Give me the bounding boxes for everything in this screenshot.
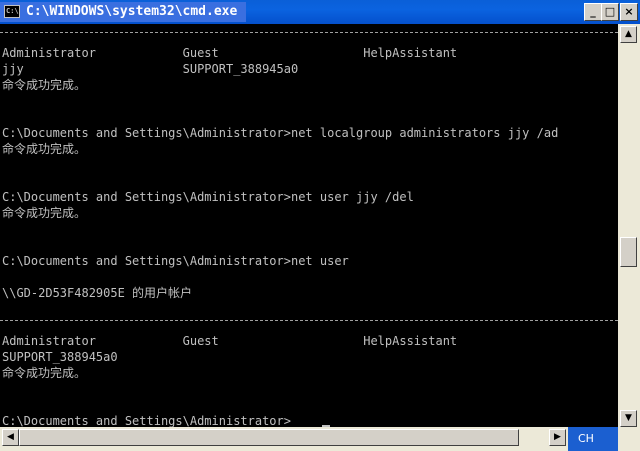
console-line: 命令成功完成。 — [2, 366, 87, 380]
console-line: C:\Documents and Settings\Administrator>… — [2, 254, 349, 268]
console-prompt: C:\Documents and Settings\Administrator> — [2, 414, 291, 427]
horizontal-scroll-thumb[interactable] — [19, 429, 519, 446]
console-line: Administrator Guest HelpAssistant — [2, 46, 458, 60]
scroll-up-button[interactable]: ▲ — [620, 26, 637, 43]
maximize-button[interactable]: □ — [601, 3, 619, 21]
vertical-scroll-thumb[interactable] — [620, 237, 637, 267]
separator-line — [0, 32, 618, 33]
console-output[interactable]: Administrator Guest HelpAssistant jjy SU… — [0, 24, 618, 427]
console-line: 命令成功完成。 — [2, 142, 87, 156]
scroll-down-button[interactable]: ▼ — [620, 410, 637, 427]
console-line: C:\Documents and Settings\Administrator>… — [2, 126, 559, 140]
minimize-button[interactable]: _ — [584, 3, 602, 21]
console-line: 命令成功完成。 — [2, 78, 87, 92]
vertical-scrollbar[interactable]: ▲ ▼ — [618, 24, 640, 427]
title-bar[interactable]: C:\ C:\WINDOWS\system32\cmd.exe _ □ × — [0, 0, 640, 24]
console-line: 命令成功完成。 — [2, 206, 87, 220]
separator-line — [0, 320, 618, 321]
scroll-left-button[interactable]: ◀ — [2, 429, 19, 446]
console-line: Administrator Guest HelpAssistant — [2, 334, 458, 348]
cmd-icon[interactable]: C:\ — [4, 5, 20, 18]
horizontal-scrollbar[interactable]: ◀ ▶ — [0, 427, 618, 451]
console-line: \\GD-2D53F482905E 的用户帐户 — [2, 286, 193, 300]
console-line: SUPPORT_388945a0 — [2, 350, 118, 364]
console-line: jjy SUPPORT_388945a0 — [2, 62, 299, 76]
window-title: C:\WINDOWS\system32\cmd.exe — [26, 4, 238, 19]
scroll-right-button[interactable]: ▶ — [549, 429, 566, 446]
ime-language-indicator[interactable]: CH — [568, 427, 618, 451]
console-line: C:\Documents and Settings\Administrator>… — [2, 190, 414, 204]
close-button[interactable]: × — [620, 3, 638, 21]
scrollbar-corner — [618, 427, 640, 451]
